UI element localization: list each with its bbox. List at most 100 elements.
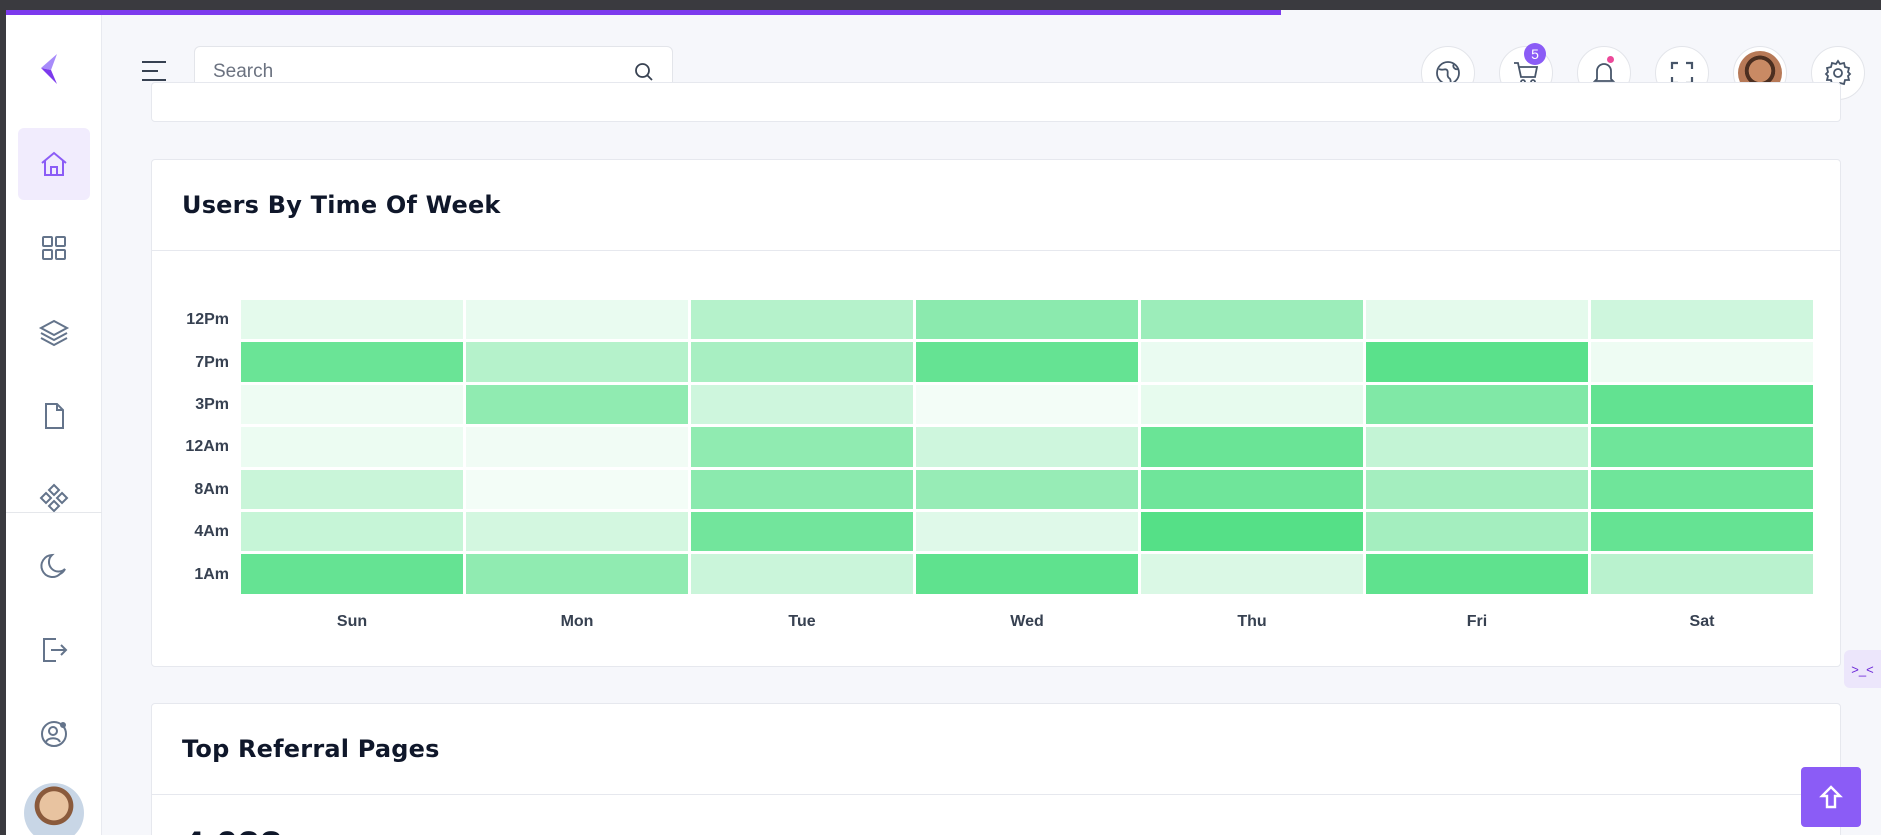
card-header: Top Referral Pages [152,704,1840,795]
heatmap-row-label: 3Pm [195,396,229,413]
scroll-to-top-button[interactable] [1801,767,1861,827]
sidebar-item-home[interactable] [18,128,90,200]
heatmap-column-label: Mon [560,612,594,630]
heatmap-cell[interactable] [466,512,688,552]
heatmap-column-label: Sat [1689,612,1715,630]
heatmap-cell[interactable] [1141,427,1363,467]
heatmap-cell[interactable] [241,427,463,467]
heatmap-cell[interactable] [916,384,1138,425]
heatmap-cell[interactable] [1366,300,1588,340]
heatmap-cell[interactable] [916,469,1138,509]
sidebar-item-dark-mode[interactable] [18,530,90,602]
heatmap-column-label: Thu [1237,612,1267,630]
heatmap-cell[interactable] [691,554,913,594]
user-settings-icon [41,721,67,747]
heatmap-cell[interactable] [466,342,688,382]
heatmap-cell[interactable] [691,427,913,467]
heatmap-column-label: Sun [336,612,368,630]
sidebar-item-components[interactable] [18,464,90,512]
previous-card [151,82,1841,122]
card-title: Top Referral Pages [182,735,440,763]
search-icon[interactable] [634,62,654,82]
grid-icon [42,236,66,260]
heatmap-cell[interactable] [1141,342,1363,382]
heatmap-cell[interactable] [691,384,913,425]
heatmap-cell[interactable] [1366,469,1588,509]
heatmap-column-label: Fri [1466,612,1488,630]
heatmap-cell[interactable] [916,512,1138,552]
heatmap-cell[interactable] [916,427,1138,467]
heatmap-row-label: 12Pm [186,311,229,329]
heatmap-column-label: Wed [1010,612,1044,630]
sidebar-divider [6,512,102,513]
heatmap-cell[interactable] [1141,554,1363,594]
file-icon [45,403,64,429]
app-window: 5 Users By Time Of Week 12 [6,10,1881,835]
heatmap-cell[interactable] [691,342,913,382]
heatmap-cell[interactable] [916,300,1138,340]
heatmap-cell[interactable] [1366,342,1588,382]
heatmap-cell[interactable] [1591,554,1813,594]
heatmap-cell[interactable] [691,469,913,509]
components-icon [39,483,69,512]
sidebar-item-account[interactable] [18,698,90,770]
heatmap-row-label: 12Am [185,438,229,456]
heatmap-cell[interactable] [1366,427,1588,467]
notification-dot [1607,56,1614,63]
heatmap-cell[interactable] [1591,300,1813,340]
referral-total-value: 4,638 [182,824,282,835]
users-by-time-card: Users By Time Of Week 12Pm 7Pm 3Pm 12Am 8Am 4… [151,159,1841,667]
heatmap-cell[interactable] [691,512,913,552]
heatmap-cell[interactable] [1591,427,1813,467]
heatmap-cell[interactable] [691,300,913,340]
sidebar-item-apps[interactable] [18,212,90,284]
heatmap-cell[interactable] [1141,512,1363,552]
heatmap-chart: 12Pm 7Pm 3Pm 12Am 8Am 4Am 1Am Sun Mon Tue Wed Thu Fr… [152,252,1840,666]
cart-count-badge: 5 [1524,43,1546,65]
sidebar-item-pages[interactable] [18,380,90,452]
heatmap-cell[interactable] [1591,342,1813,382]
heatmap-cell[interactable] [1141,469,1363,509]
heatmap-cell[interactable] [241,469,463,509]
search-input[interactable] [213,61,634,83]
heatmap-cell[interactable] [241,342,463,382]
heatmap-cell[interactable] [1366,384,1588,425]
layers-icon [38,319,70,347]
customizer-toggle[interactable]: >_< [1844,650,1881,688]
heatmap-cell[interactable] [241,300,463,340]
sidebar-avatar[interactable] [24,783,84,835]
heatmap-cell[interactable] [466,384,688,425]
heatmap-cell[interactable] [1366,512,1588,552]
moon-icon [40,553,66,578]
top-referral-pages-card: Top Referral Pages 4,638 [151,703,1841,835]
card-header: Users By Time Of Week [152,160,1840,251]
logout-icon [43,638,68,662]
heatmap-cell[interactable] [916,342,1138,382]
sidebar [6,15,102,835]
heatmap-cell[interactable] [1141,300,1363,340]
heatmap-cell[interactable] [466,469,688,509]
menu-icon[interactable] [140,59,168,83]
heatmap-cell[interactable] [1591,512,1813,552]
heatmap-cell[interactable] [466,554,688,594]
heatmap-cell[interactable] [466,300,688,340]
heatmap-cell[interactable] [241,384,463,425]
heatmap-cell[interactable] [241,554,463,594]
home-icon [41,151,67,176]
heatmap-row-label: 7Pm [195,353,229,371]
heatmap-cell[interactable] [466,427,688,467]
sidebar-item-logout[interactable] [18,614,90,686]
heatmap-cell[interactable] [1591,469,1813,509]
card-title: Users By Time Of Week [182,191,501,219]
code-icon: >_< [1851,661,1874,677]
arrow-up-icon [1819,785,1843,809]
heatmap-cell[interactable] [1591,384,1813,425]
heatmap-cell[interactable] [1141,384,1363,425]
heatmap-cell[interactable] [241,512,463,552]
sidebar-item-layers[interactable] [18,296,90,368]
heatmap-column-label: Tue [788,612,816,630]
logo-icon[interactable] [35,52,65,86]
heatmap-cell[interactable] [916,554,1138,594]
heatmap-row-label: 4Am [194,523,229,541]
heatmap-cell[interactable] [1366,554,1588,594]
